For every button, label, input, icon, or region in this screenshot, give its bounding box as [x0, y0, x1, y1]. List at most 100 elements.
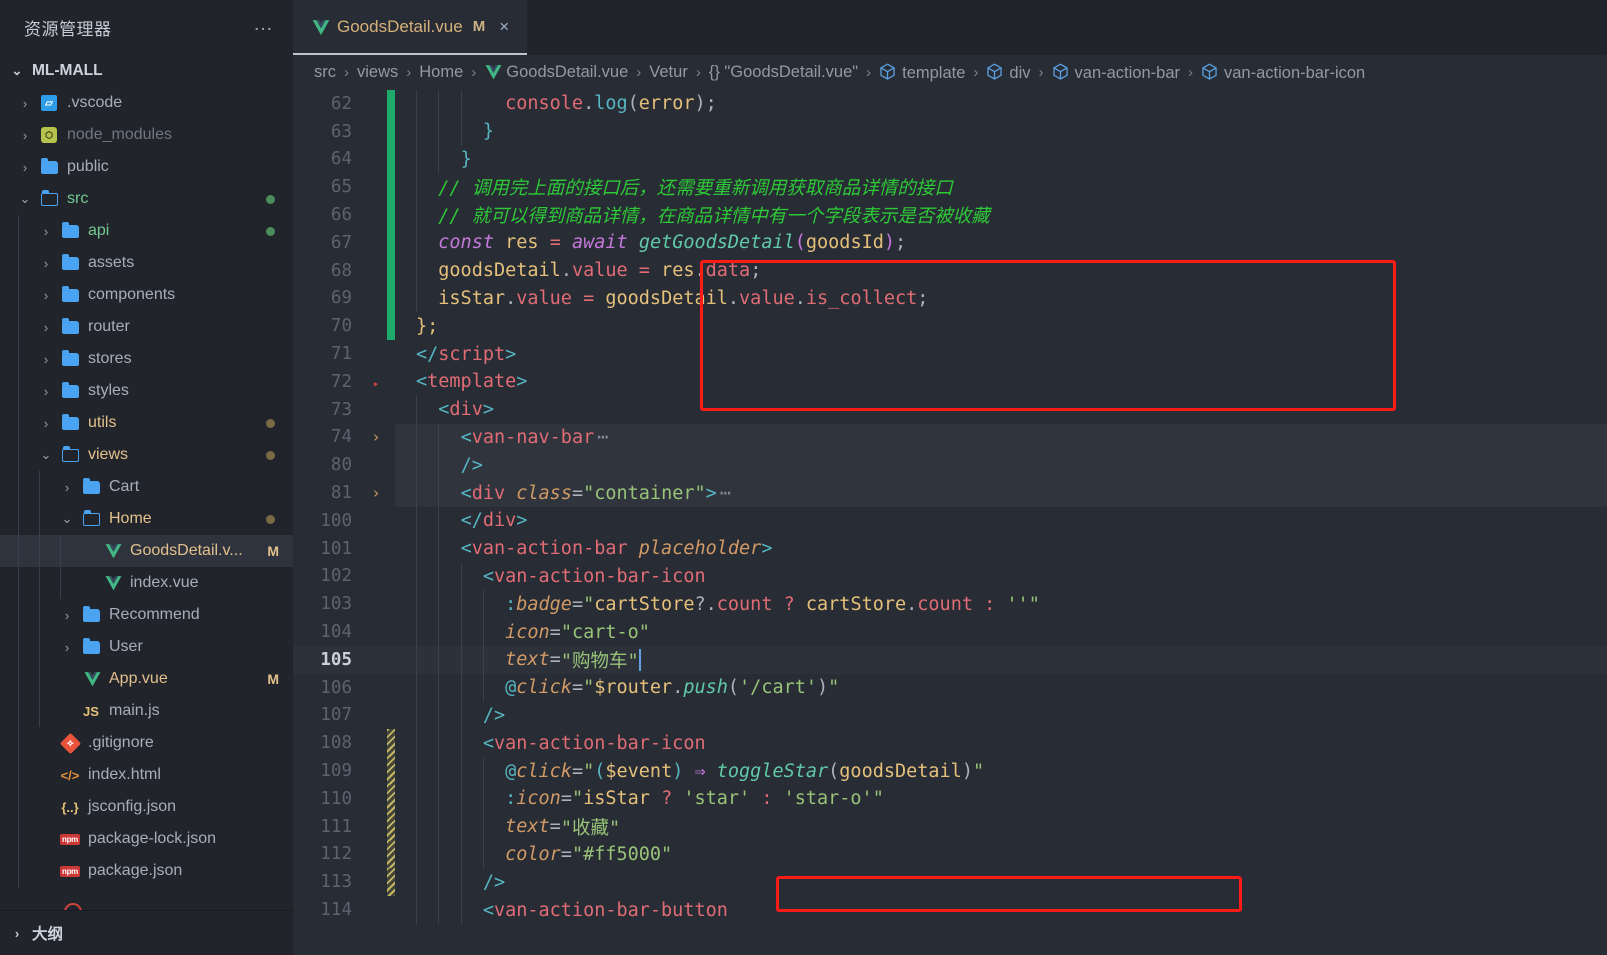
code-line-content[interactable]: console. log(error); [395, 90, 1607, 118]
chevron-right-icon[interactable]: › [35, 352, 57, 367]
code-line-content[interactable]: isStar. value = goodsDetail. value. is_coll… [395, 284, 1607, 313]
code-line-content[interactable]: } [395, 117, 1607, 146]
code-line-content[interactable]: < div > [395, 395, 1607, 424]
code-line-content[interactable]: // 就可以得到商品详情，在商品详情中有一个字段表示是否被收藏 [395, 201, 1607, 229]
tab-goodsdetail-vue[interactable]: GoodsDetail.vue M × [293, 0, 528, 55]
code-line-106[interactable]: 106 @ click = " $router. push('/cart') " [293, 673, 1607, 702]
code-line-111[interactable]: 111 text = "收藏" [293, 812, 1607, 841]
tree-item-assets[interactable]: › assets [0, 247, 293, 279]
fold-chevron-icon[interactable]: › [365, 484, 387, 502]
code-line-content[interactable]: @ click = " $router. push('/cart') " [395, 673, 1607, 702]
code-line-content[interactable]: < van-action-bar placeholder > [395, 534, 1607, 563]
code-line-65[interactable]: 65 // 调用完上面的接口后，还需要重新调用获取商品详情的接口 [293, 173, 1607, 202]
breadcrumb-item-src[interactable]: src [314, 63, 336, 82]
code-line-73[interactable]: 73 < div > [293, 395, 1607, 424]
tree-item-cart[interactable]: › Cart [0, 471, 293, 503]
code-line-content[interactable]: // 调用完上面的接口后，还需要重新调用获取商品详情的接口 [395, 173, 1607, 202]
code-line-107[interactable]: 107 /> [293, 701, 1607, 730]
breadcrumb[interactable]: src › views › Home › GoodsDetail.vue › Vetur › {} … [293, 55, 1607, 90]
code-line-108[interactable]: 108 < van-action-bar-icon [293, 729, 1607, 758]
chevron-right-icon[interactable]: › [56, 640, 78, 655]
tree-item-public[interactable]: › public [0, 151, 293, 183]
code-line-content[interactable]: : badge = " cartStore?. count ? cartStore. cou… [395, 590, 1607, 619]
code-line-content[interactable]: </script > [395, 340, 1607, 368]
chevron-right-icon[interactable]: › [35, 320, 57, 335]
code-line-112[interactable]: 112 color = "#ff5000" [293, 840, 1607, 869]
tree-item-gitignore[interactable]: ⟡ .gitignore [0, 727, 293, 759]
code-line-81[interactable]: 81 › < div class = "container" > ⋯ [293, 479, 1607, 507]
code-line-70[interactable]: 70}; [293, 312, 1607, 341]
code-line-113[interactable]: 113 /> [293, 868, 1607, 897]
fold-chevron-icon[interactable]: › [365, 428, 387, 446]
code-line-80[interactable]: 80 /> [293, 451, 1607, 480]
tree-item-goodsdetail-v[interactable]: GoodsDetail.v... M [0, 535, 293, 567]
code-line-content[interactable]: /> [395, 868, 1607, 897]
code-lines[interactable]: 62 console. log(error); 63 } 64 } 65 // 调用完上… [293, 90, 1607, 955]
chevron-right-icon[interactable]: › [14, 160, 36, 175]
code-line-content[interactable]: icon = "cart-o" [395, 618, 1607, 646]
tree-item-package-json[interactable]: npm package.json [0, 855, 293, 887]
tree-item-main-js[interactable]: JS main.js [0, 695, 293, 727]
breadcrumb-item-vetur[interactable]: Vetur [649, 63, 688, 82]
code-line-content[interactable]: < template > [395, 368, 1607, 396]
code-line-content[interactable]: < van-nav-bar ⋯ [395, 423, 1607, 452]
code-line-content[interactable]: : icon = " isStar ? 'star' : 'star-o' " [395, 784, 1607, 813]
code-line-content[interactable]: < van-action-bar-icon [395, 729, 1607, 758]
tree-item-utils[interactable]: › utils [0, 407, 293, 439]
code-line-72[interactable]: 72 ▸ < template > [293, 368, 1607, 396]
code-line-content[interactable]: /> [395, 451, 1607, 480]
code-editor[interactable]: 62 console. log(error); 63 } 64 } 65 // 调用完上… [293, 90, 1607, 955]
code-line-63[interactable]: 63 } [293, 117, 1607, 146]
tree-item-index-vue[interactable]: index.vue [0, 567, 293, 599]
breadcrumb-item-goodsdetail-vue[interactable]: GoodsDetail.vue [484, 63, 628, 82]
chevron-right-icon[interactable]: › [14, 128, 36, 143]
code-line-69[interactable]: 69 isStar. value = goodsDetail. value. is_c… [293, 284, 1607, 313]
code-line-110[interactable]: 110 : icon = " isStar ? 'star' : 'star-o' " [293, 784, 1607, 813]
code-line-68[interactable]: 68 goodsDetail. value = res. data; [293, 256, 1607, 285]
chevron-right-icon[interactable]: › [56, 608, 78, 623]
code-line-67[interactable]: 67 const res = await getGoodsDetail(good… [293, 228, 1607, 257]
code-line-102[interactable]: 102 < van-action-bar-icon [293, 562, 1607, 591]
outline-panel-header[interactable]: › 大纲 [0, 910, 293, 955]
code-line-content[interactable]: text = "收藏" [395, 812, 1607, 841]
chevron-down-icon[interactable]: ⌄ [56, 511, 78, 527]
tree-item-recommend[interactable]: › Recommend [0, 599, 293, 631]
code-line-105[interactable]: 105 text = "购物车" [293, 645, 1607, 674]
code-line-71[interactable]: 71 </script > [293, 340, 1607, 368]
chevron-right-icon[interactable]: › [10, 926, 24, 941]
code-line-109[interactable]: 109 @ click = "($event) ⇒ toggleStar(goodsD… [293, 757, 1607, 785]
close-icon[interactable]: × [499, 17, 509, 37]
code-line-103[interactable]: 103 : badge = " cartStore?. count ? cartStore… [293, 590, 1607, 619]
tree-item-src[interactable]: ⌄ src [0, 183, 293, 215]
code-line-content[interactable]: } [395, 145, 1607, 174]
ellipsis-icon[interactable]: … [253, 14, 275, 36]
tree-item-node-modules[interactable]: › ⬡ node_modules [0, 119, 293, 151]
code-line-62[interactable]: 62 console. log(error); [293, 90, 1607, 118]
breadcrumb-item-div[interactable]: div [986, 62, 1031, 83]
code-line-66[interactable]: 66 // 就可以得到商品详情，在商品详情中有一个字段表示是否被收藏 [293, 201, 1607, 229]
code-line-content[interactable]: @ click = "($event) ⇒ toggleStar(goodsDetai… [395, 757, 1607, 785]
chevron-down-icon[interactable]: ⌄ [35, 447, 57, 463]
chevron-right-icon[interactable]: › [14, 96, 36, 111]
chevron-down-icon[interactable]: ⌄ [10, 63, 24, 79]
code-line-100[interactable]: 100 </div > [293, 506, 1607, 535]
code-line-104[interactable]: 104 icon = "cart-o" [293, 618, 1607, 646]
tree-item-user[interactable]: › User [0, 631, 293, 663]
tree-item-home[interactable]: ⌄ Home [0, 503, 293, 535]
workspace-root-row[interactable]: ⌄ ML-MALL [0, 55, 293, 87]
breadcrumb-item-views[interactable]: views [357, 63, 398, 82]
chevron-right-icon[interactable]: › [35, 256, 57, 271]
tree-item-stores[interactable]: › stores [0, 343, 293, 375]
code-line-content[interactable]: </div > [395, 506, 1607, 535]
tree-item-jsconfig-json[interactable]: {..} jsconfig.json [0, 791, 293, 823]
code-line-content[interactable]: const res = await getGoodsDetail(goodsId… [395, 228, 1607, 257]
fold-gutter[interactable]: ▸ [365, 373, 387, 391]
chevron-right-icon[interactable]: › [35, 416, 57, 431]
code-line-114[interactable]: 114 < van-action-bar-button [293, 896, 1607, 924]
code-line-64[interactable]: 64 } [293, 145, 1607, 174]
chevron-down-icon[interactable]: ⌄ [14, 191, 36, 207]
code-line-101[interactable]: 101 < van-action-bar placeholder > [293, 534, 1607, 563]
code-line-content[interactable]: /> [395, 701, 1607, 730]
breadcrumb-item-van-action-bar[interactable]: van-action-bar [1052, 62, 1180, 83]
chevron-right-icon[interactable]: › [35, 224, 57, 239]
